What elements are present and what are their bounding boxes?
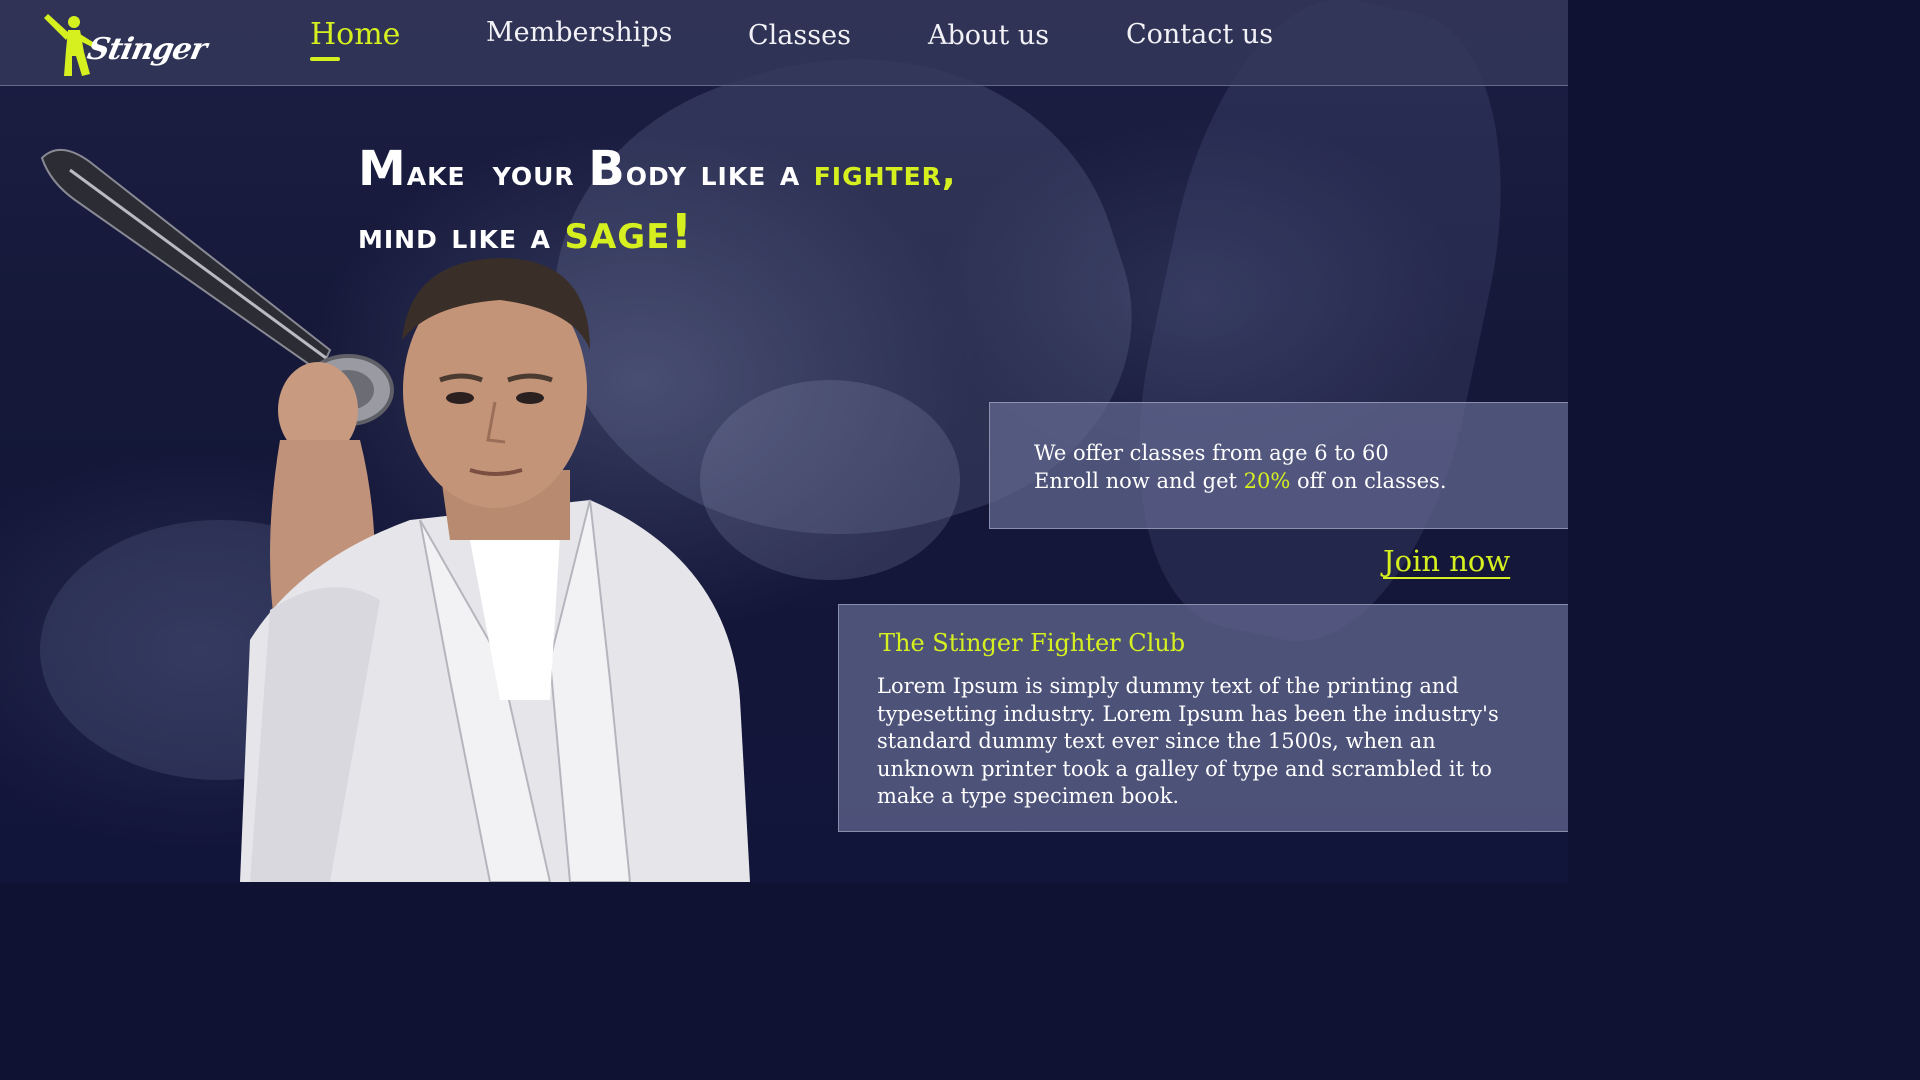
headline-line-2: mind like a sage! <box>358 204 694 260</box>
nav-classes[interactable]: Classes <box>748 20 851 51</box>
nav-memberships[interactable]: Memberships <box>486 17 672 48</box>
headline-accent-fighter: fighter, <box>813 153 957 194</box>
nav-about-us[interactable]: About us <box>928 20 1049 51</box>
club-description: Lorem Ipsum is simply dummy text of the … <box>877 674 1499 808</box>
active-nav-indicator <box>310 57 340 61</box>
hero-page: Stinger Home Memberships Classes About u… <box>0 0 1568 882</box>
navbar: Stinger Home Memberships Classes About u… <box>0 0 1568 86</box>
brand-name: Stinger <box>84 32 210 67</box>
offer-age-text: We offer classes from age 6 to 60 <box>1034 441 1389 465</box>
nav-home[interactable]: Home <box>310 17 400 52</box>
headline-line-1: Make your Body like a fighter, <box>358 141 957 197</box>
club-info-panel: The Stinger Fighter Club Lorem Ipsum is … <box>838 604 1568 832</box>
offer-panel: We offer classes from age 6 to 60 Enroll… <box>989 402 1568 529</box>
logo[interactable]: Stinger <box>44 10 209 80</box>
nav-contact-us[interactable]: Contact us <box>1126 19 1273 50</box>
offer-discount-text: Enroll now and get 20% off on classes. <box>1034 469 1447 493</box>
headline-accent-sage: sage! <box>564 204 694 260</box>
discount-highlight: 20% <box>1243 469 1291 493</box>
hero-headline: Make your Body like a fighter, mind like… <box>358 140 1258 266</box>
join-now-link[interactable]: Join now <box>1383 544 1510 578</box>
club-title: The Stinger Fighter Club <box>879 629 1186 657</box>
